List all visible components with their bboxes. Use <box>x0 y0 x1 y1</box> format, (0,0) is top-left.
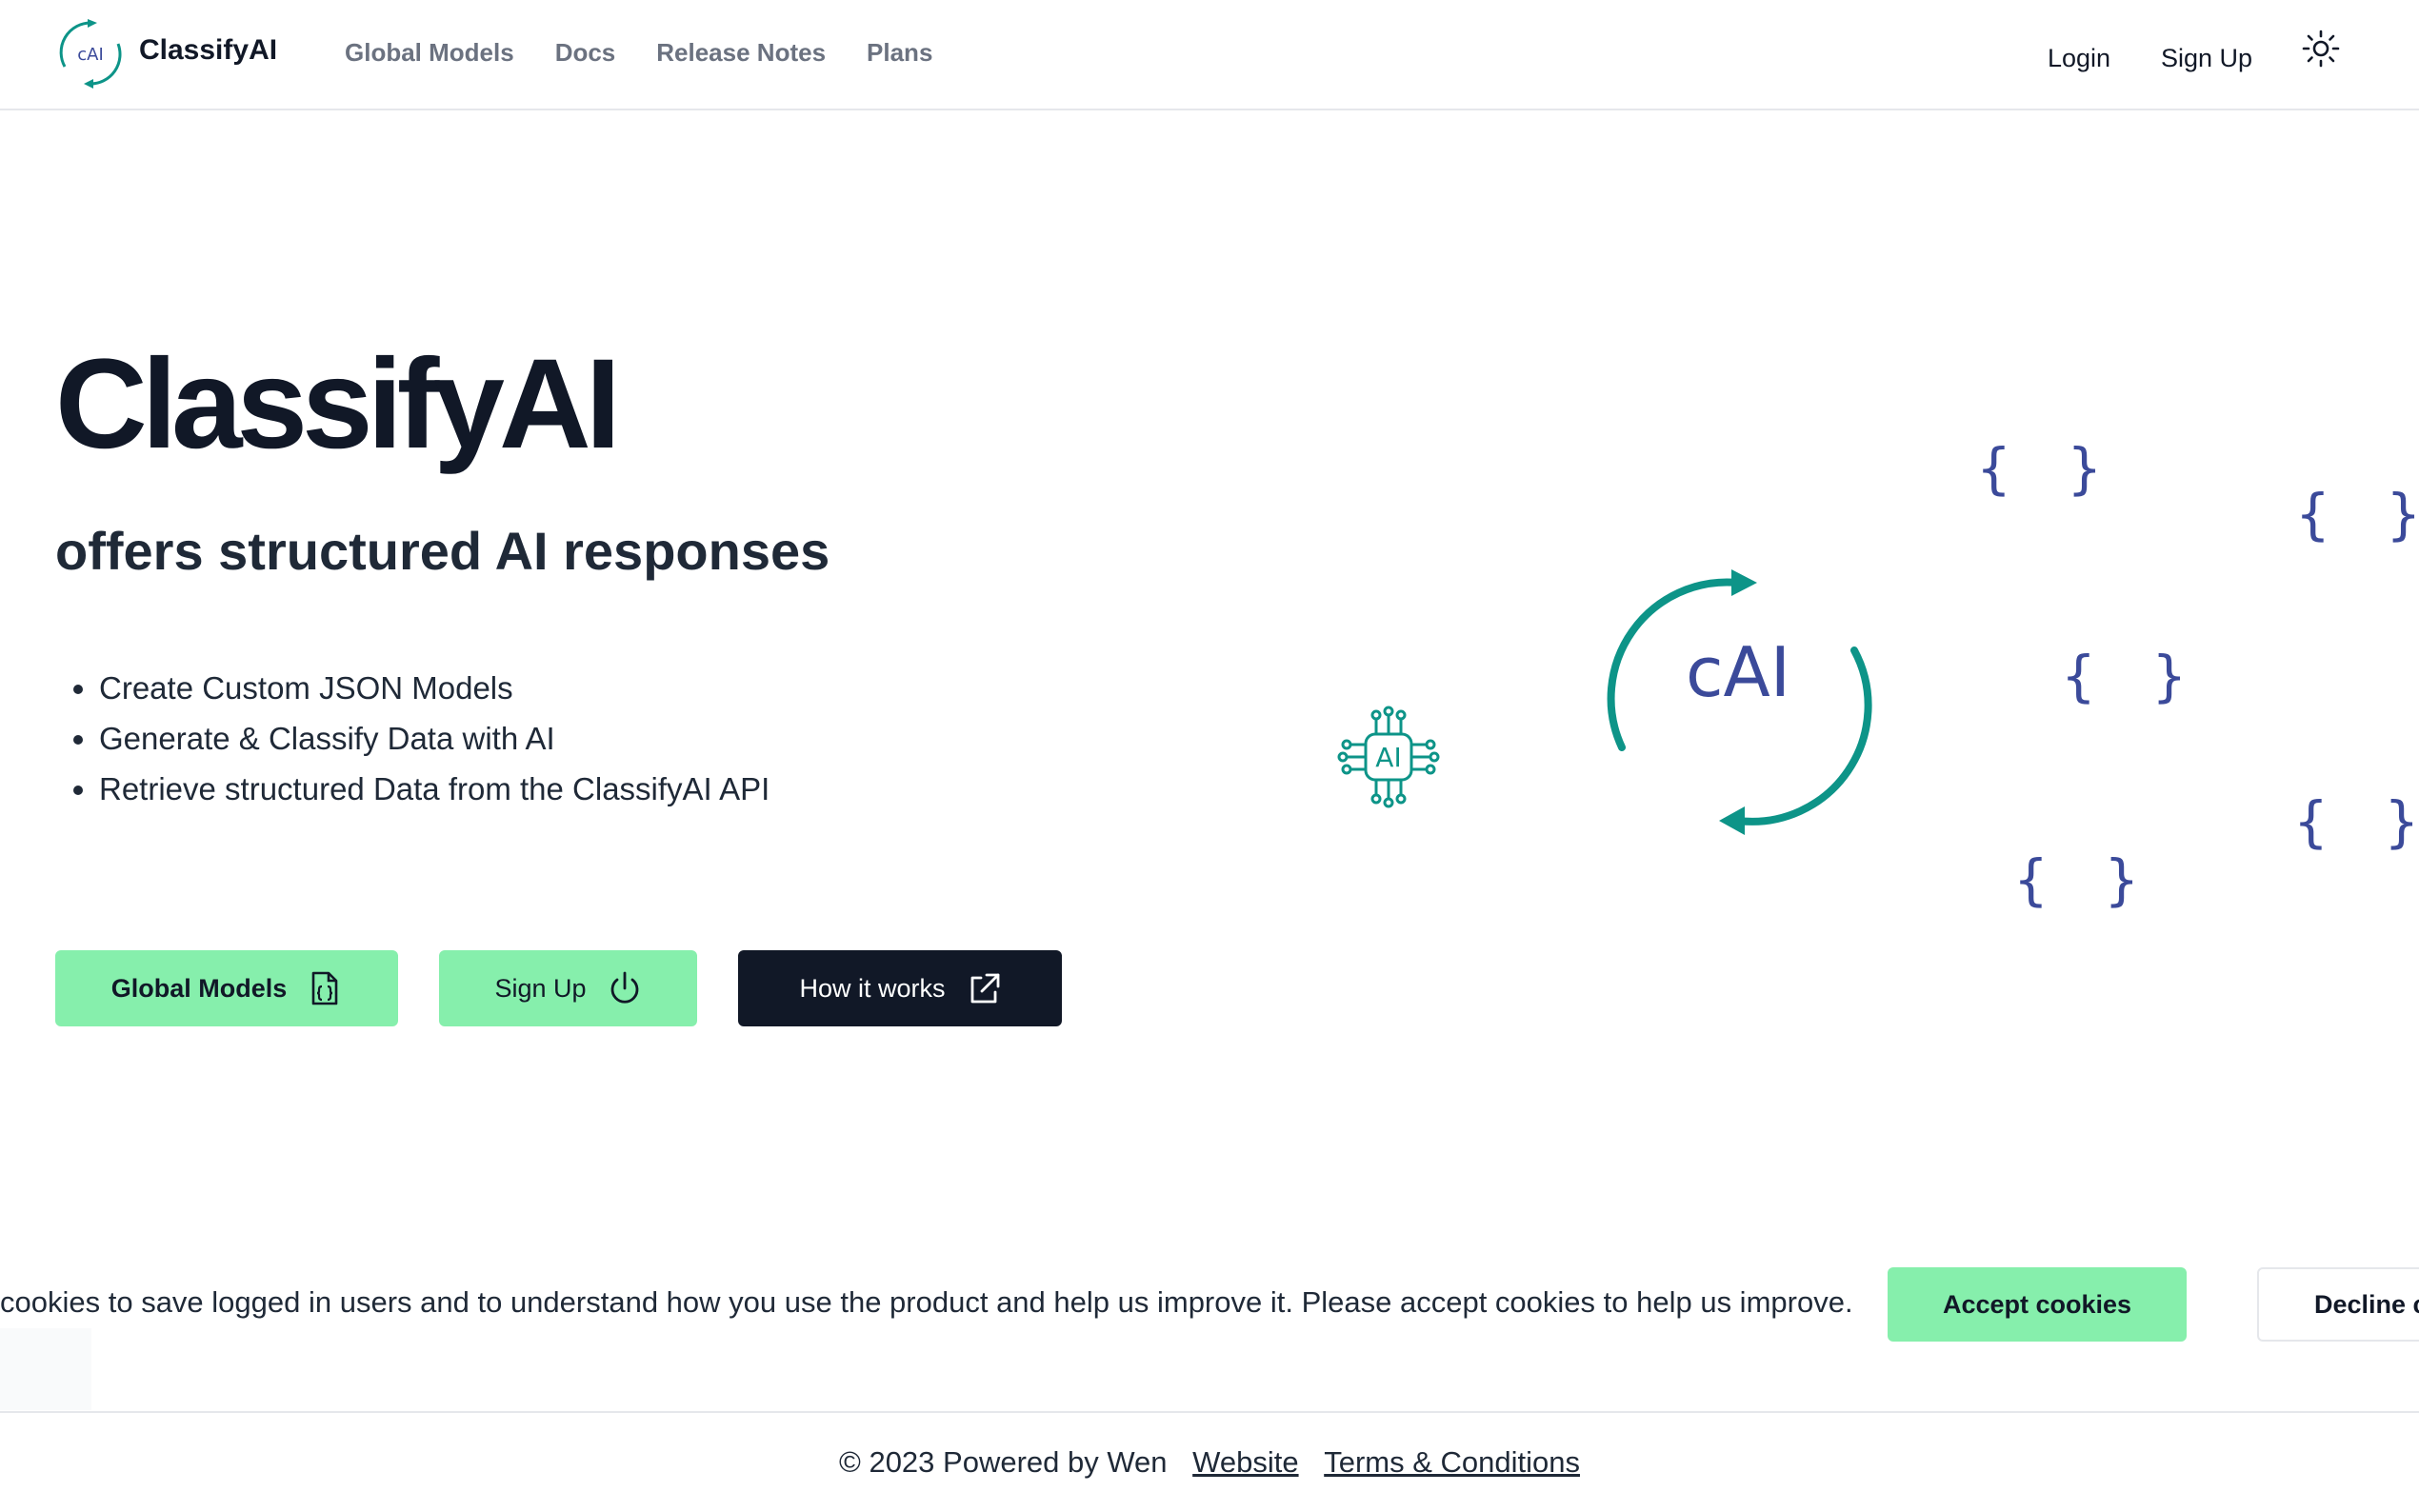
chip-text: AI <box>1375 742 1401 773</box>
how-it-works-button-label: How it works <box>799 973 946 1003</box>
feature-list: Create Custom JSON Models Generate & Cla… <box>55 663 770 814</box>
brand-name[interactable]: ClassifyAI <box>139 34 277 67</box>
brace-group: { } <box>2013 847 2139 912</box>
global-models-button[interactable]: Global Models <box>55 950 398 1026</box>
login-link[interactable]: Login <box>2048 44 2110 73</box>
sign-up-button[interactable]: Sign Up <box>439 950 697 1026</box>
how-it-works-button[interactable]: How it works <box>738 950 1062 1026</box>
global-models-button-label: Global Models <box>110 973 288 1003</box>
json-file-icon <box>311 971 338 1005</box>
hero-illustration: AI cAI { } { } { } { } { } <box>1337 438 2419 912</box>
classifyai-logo-icon[interactable]: cAI <box>55 17 126 90</box>
cookie-banner-shade <box>0 1328 91 1410</box>
feature-item: Create Custom JSON Models <box>99 663 770 713</box>
nav-release-notes[interactable]: Release Notes <box>656 38 826 68</box>
signup-link[interactable]: Sign Up <box>2161 44 2252 73</box>
brace-group: { } <box>1976 438 2102 501</box>
footer-copyright: © 2023 Powered by Wen <box>839 1445 1168 1479</box>
decline-cookies-button[interactable]: Decline c <box>2257 1267 2419 1342</box>
sign-up-button-label: Sign Up <box>494 973 587 1003</box>
top-navbar: cAI ClassifyAI Global Models Docs Releas… <box>0 0 2419 110</box>
logo-text: cAI <box>77 45 104 65</box>
brace-group: { } <box>2295 482 2419 547</box>
brace-group: { } <box>2293 789 2419 854</box>
feature-item: Retrieve structured Data from the Classi… <box>99 764 770 814</box>
power-icon <box>610 971 638 1004</box>
nav-plans[interactable]: Plans <box>867 38 932 68</box>
footer: © 2023 Powered by Wen Website Terms & Co… <box>0 1445 2419 1480</box>
hero-title: ClassifyAI <box>55 333 621 475</box>
feature-item: Generate & Classify Data with AI <box>99 713 770 764</box>
footer-terms-link[interactable]: Terms & Conditions <box>1324 1445 1580 1479</box>
sun-icon[interactable] <box>2301 29 2341 69</box>
nav-docs[interactable]: Docs <box>555 38 616 68</box>
footer-website-link[interactable]: Website <box>1192 1445 1298 1479</box>
external-link-icon <box>970 973 999 1004</box>
footer-divider <box>0 1411 2419 1413</box>
cycle-center-text: cAI <box>1686 632 1790 712</box>
hero-subtitle: offers structured AI responses <box>55 521 830 581</box>
ai-chip-icon: AI <box>1337 706 1440 808</box>
nav-global-models[interactable]: Global Models <box>345 38 514 68</box>
cookie-banner-text: cookies to save logged in users and to u… <box>0 1285 1853 1319</box>
arrow-head <box>1731 569 1757 596</box>
brace-group: { } <box>2061 644 2187 708</box>
accept-cookies-button[interactable]: Accept cookies <box>1888 1267 2187 1342</box>
arrow-head <box>1719 806 1745 835</box>
main-nav: Global Models Docs Release Notes Plans <box>345 38 932 68</box>
